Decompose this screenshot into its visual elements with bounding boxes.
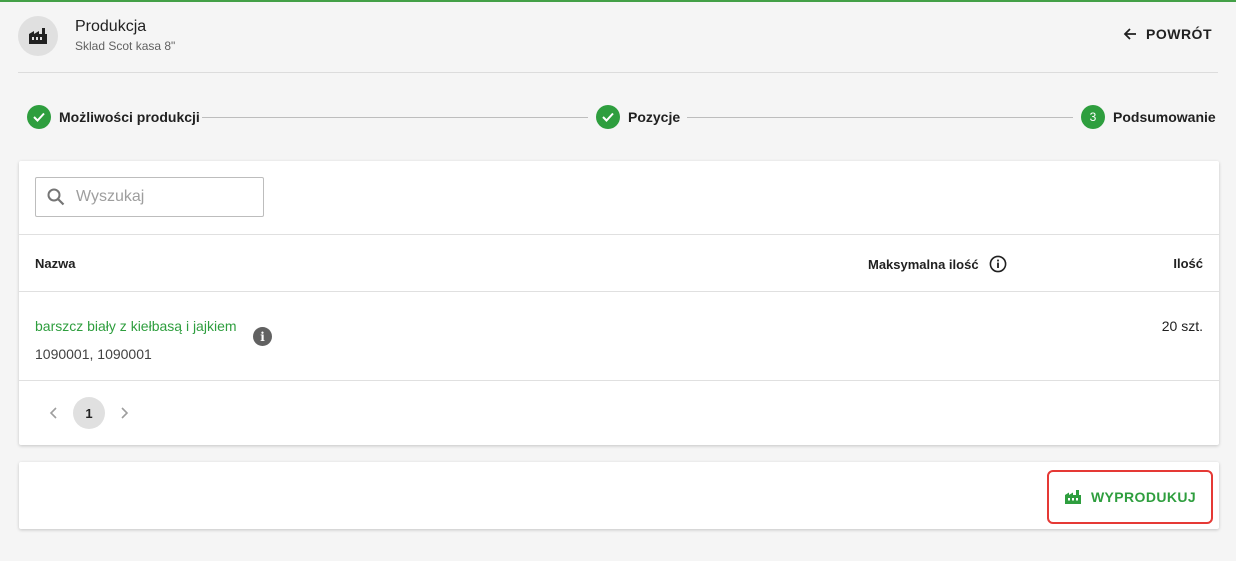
page-button[interactable]: 1 xyxy=(73,397,105,429)
actions-card: WYPRODUKUJ xyxy=(19,462,1219,529)
page-title: Produkcja xyxy=(75,18,147,35)
step-positions[interactable]: Pozycje xyxy=(596,105,680,129)
product-name-link[interactable]: barszcz biały z kiełbasą i jajkiem xyxy=(35,318,237,334)
step-label: Podsumowanie xyxy=(1113,109,1216,125)
step-summary[interactable]: 3 Podsumowanie xyxy=(1081,105,1216,129)
arrow-left-icon xyxy=(1123,28,1136,40)
product-codes: 1090001, 1090001 xyxy=(35,346,152,362)
factory-icon xyxy=(18,16,58,56)
top-accent-bar xyxy=(0,0,1236,2)
step-label: Pozycje xyxy=(628,109,681,125)
column-header-qty[interactable]: Ilość xyxy=(1173,256,1203,271)
produce-button[interactable]: WYPRODUKUJ xyxy=(1047,470,1213,524)
search-icon xyxy=(47,188,65,206)
column-header-max-qty: Maksymalna ilość xyxy=(868,255,1007,273)
info-outline-icon[interactable] xyxy=(989,255,1007,273)
table-top-divider xyxy=(19,234,1219,235)
check-icon xyxy=(596,105,620,129)
step-connector xyxy=(202,117,588,118)
stepper: Możliwości produkcji Pozycje 3 Podsumowa… xyxy=(27,105,1216,129)
chevron-left-icon[interactable] xyxy=(41,397,67,429)
product-quantity: 20 szt. xyxy=(1161,318,1203,334)
table-header-divider xyxy=(19,291,1219,292)
search-box[interactable] xyxy=(35,177,264,217)
header-divider xyxy=(18,72,1218,73)
back-button-label: POWRÓT xyxy=(1146,26,1212,42)
search-input[interactable] xyxy=(76,188,256,206)
step-possibilities[interactable]: Możliwości produkcji xyxy=(27,105,200,129)
back-button[interactable]: POWRÓT xyxy=(1122,26,1212,42)
page-header: Produkcja Sklad Scot kasa 8" POWRÓT xyxy=(18,14,1218,72)
check-icon xyxy=(27,105,51,129)
page-subtitle: Sklad Scot kasa 8" xyxy=(75,39,176,53)
step-number: 3 xyxy=(1081,105,1105,129)
summary-card: Nazwa Maksymalna ilość Ilość barszcz bia… xyxy=(19,161,1219,445)
step-label: Możliwości produkcji xyxy=(59,109,200,125)
table-bottom-divider xyxy=(19,380,1219,381)
info-icon[interactable]: i xyxy=(253,327,272,346)
column-header-max-qty-label: Maksymalna ilość xyxy=(868,256,979,272)
step-connector xyxy=(687,117,1073,118)
column-header-name[interactable]: Nazwa xyxy=(35,256,75,271)
chevron-right-icon[interactable] xyxy=(111,397,137,429)
factory-icon xyxy=(1064,490,1081,504)
pagination: 1 xyxy=(41,397,137,429)
produce-button-label: WYPRODUKUJ xyxy=(1090,489,1197,505)
